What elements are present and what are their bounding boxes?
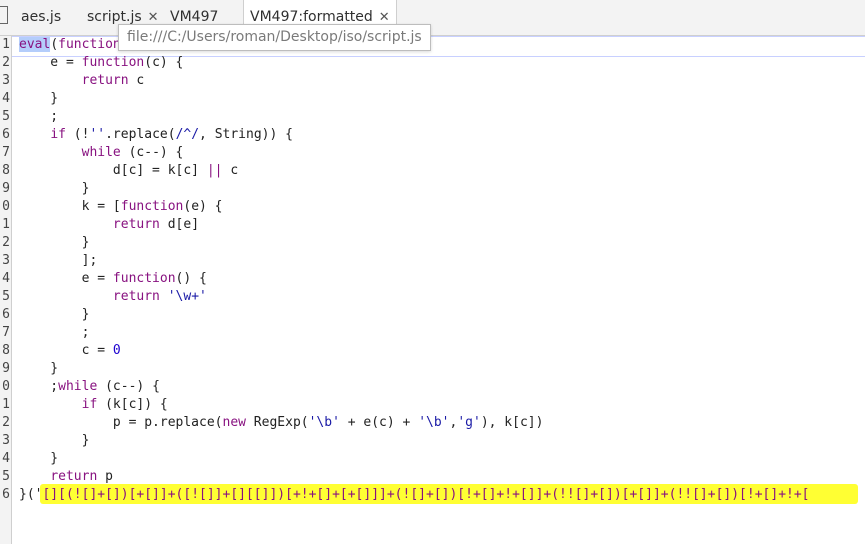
code-text: e = function(c) { [19,55,184,70]
code-text: e = function() { [19,271,207,286]
code-text: return '\w+' [112,289,207,304]
line-number: 1 [2,37,10,52]
line-number: 0 [2,379,10,394]
code-text: return c [81,73,145,88]
line-number: 5 [2,289,10,304]
line-number: 2 [2,235,10,250]
tab-label: VM497 [170,9,219,25]
line-number: 1 [2,217,10,232]
code-text: p = p.replace(new RegExp('\b' + e(c) + '… [19,415,544,430]
code-text: } [19,181,90,196]
line-number: 3 [2,433,10,448]
line-number: 4 [2,271,10,286]
tab-label: aes.js [21,9,62,25]
line-number: 4 [2,91,10,106]
line-number: 7 [2,325,10,340]
line-number: 3 [2,73,10,88]
line-number: 8 [2,343,10,358]
code-text: ;while (c--) { [19,379,160,394]
line-number: 6 [2,307,10,322]
code-text: if (!''.replace(/^/, String)) { [50,127,293,142]
code-text: } [19,91,59,106]
code-text: if (k[c]) { [81,397,168,412]
line-number: 3 [2,253,10,268]
tab-label: script.js [87,9,142,25]
code-text: ; [19,325,90,340]
line-number: 5 [2,469,10,484]
code-text: }('[][(![]+[])[+[]]+([![]]+[][[]])[+!+[]… [19,487,810,502]
code-text: while (c--) { [81,145,184,160]
line-number: 2 [2,415,10,430]
line-number: 6 [2,487,10,502]
code-text: c = 0 [19,343,121,358]
tab-aes-js[interactable]: aes.js [21,0,61,35]
line-number: 8 [2,163,10,178]
line-number: 9 [2,361,10,376]
line-number: 9 [2,181,10,196]
line-number: 1 [2,397,10,412]
sidebar-toggle-icon[interactable] [0,6,8,24]
line-number: 0 [2,199,10,214]
code-text: d[c] = k[c] || c [19,163,239,178]
line-number: 6 [2,127,10,142]
code-text: } [19,451,59,466]
code-text: ; [19,109,59,124]
code-text: } [19,307,90,322]
code-text: ]; [19,253,98,268]
line-number: 2 [2,55,10,70]
code-editor[interactable]: 1eval(function(p, a, c, k, e, d) {2 e = … [0,36,865,544]
code-text: return d[e] [112,217,200,232]
file-path-tooltip: file:///C:/Users/roman/Desktop/iso/scrip… [118,24,431,51]
code-text: return p [50,469,113,484]
line-number: 4 [2,451,10,466]
tab-label: VM497:formatted [250,9,373,25]
code-text: } [19,433,90,448]
code-text: } [19,361,59,376]
code-text: } [19,235,90,250]
line-number: 5 [2,109,10,124]
code-text: k = [function(e) { [19,199,223,214]
line-number: 7 [2,145,10,160]
